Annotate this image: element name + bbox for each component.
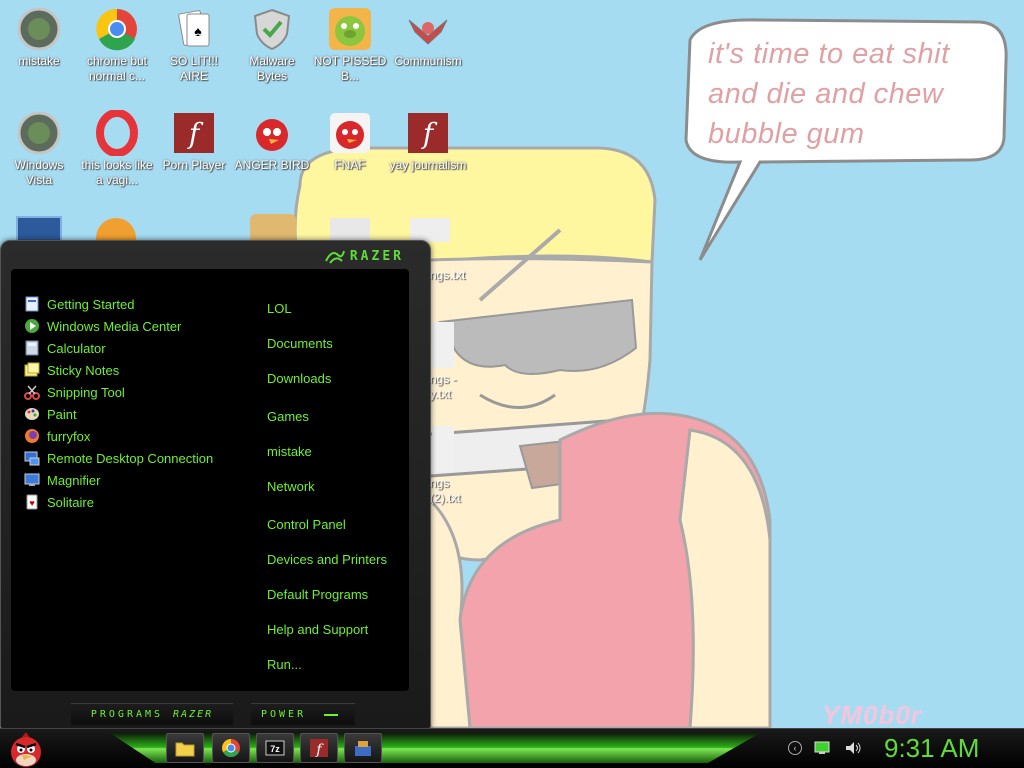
desktop-icon-porn-player[interactable]: f Porn Player (155, 110, 233, 173)
start-button[interactable] (6, 730, 46, 768)
folder-icon (175, 742, 195, 757)
show-hidden-icons-button[interactable]: ‹ (788, 741, 802, 755)
desktop-icon-so-lit-aire[interactable]: ♠ SO LIT!!! AIRE (155, 6, 233, 84)
start-menu-footer: PROGRAMS RAZER POWER (71, 703, 371, 725)
desktop-icon-chrome[interactable]: chrome but normal c... (78, 6, 156, 84)
angry-bird-icon (326, 110, 374, 156)
place-downloads[interactable]: Downloads (267, 367, 387, 405)
file-label: ngs.txt (430, 268, 466, 282)
place-mistake[interactable]: mistake (267, 440, 387, 475)
file-label: ngs (2).txt (430, 476, 461, 505)
taskbar-chrome[interactable] (212, 733, 250, 763)
flash-icon: f (170, 110, 218, 156)
program-magnifier[interactable]: Magnifier (23, 469, 213, 491)
firefox-icon (23, 428, 41, 444)
media-center-icon (23, 318, 41, 334)
razer-logo: RAZER (324, 247, 404, 265)
razer-snake-icon (324, 250, 345, 264)
power-button[interactable]: POWER (251, 703, 355, 725)
program-windows-media-center[interactable]: Windows Media Center (23, 315, 213, 337)
document-icon (23, 296, 41, 312)
program-calculator[interactable]: Calculator (23, 337, 213, 359)
angry-bird-icon (248, 110, 296, 156)
program-furryfox[interactable]: furryfox (23, 425, 213, 447)
all-programs-button[interactable]: PROGRAMS RAZER (71, 703, 233, 725)
desktop-icon-windows-vista[interactable]: Windows Vista (0, 110, 78, 188)
desktop-icon-anger-bird[interactable]: ANGER BIRD (233, 110, 311, 173)
cards-icon: ♠ (170, 6, 218, 52)
taskbar (0, 728, 1024, 768)
toolbox-icon (355, 741, 371, 756)
place-devices-and-printers[interactable]: Devices and Printers (267, 548, 387, 583)
speech-bubble-text: it's time to eat shit and die and chew b… (708, 38, 950, 150)
magnifier-icon (23, 472, 41, 488)
text-file-icon (410, 218, 450, 242)
start-menu: RAZER Getting Started Windows Media Cent… (0, 240, 431, 730)
desktop-icon-mistake[interactable]: mistake (0, 6, 78, 69)
taskbar-glow (110, 733, 760, 763)
program-sticky-notes[interactable]: Sticky Notes (23, 359, 213, 381)
network-icon[interactable] (812, 740, 834, 756)
cards-icon: ♥ (23, 494, 41, 510)
opera-icon (93, 110, 141, 156)
desktop-icon-communism[interactable]: Communism (389, 6, 467, 69)
wallpaper-signature: YM0b0r (822, 700, 922, 730)
game-icon (250, 214, 296, 242)
chrome-icon (222, 739, 240, 757)
taskbar-explorer[interactable] (166, 733, 204, 763)
scissors-icon (23, 384, 41, 400)
place-default-programs[interactable]: Default Programs (267, 583, 387, 618)
palette-icon (23, 406, 41, 422)
program-remote-desktop-connection[interactable]: Remote Desktop Connection (23, 447, 213, 469)
sticky-notes-icon (23, 362, 41, 378)
text-file-icon (432, 322, 454, 368)
document-icon (330, 218, 370, 242)
place-control-panel[interactable]: Control Panel (267, 513, 387, 548)
taskbar-flash[interactable]: f (300, 733, 338, 763)
program-list: Getting Started Windows Media Center Cal… (23, 293, 213, 513)
angry-bird-icon (11, 732, 41, 767)
place-documents[interactable]: Documents (267, 332, 387, 367)
place-network[interactable]: Network (267, 475, 387, 513)
taskbar-tools[interactable] (344, 733, 382, 763)
calculator-icon (23, 340, 41, 356)
taskbar-clock[interactable]: 9:31 AM (884, 733, 979, 764)
place-lol[interactable]: LOL (267, 297, 387, 332)
program-snipping-tool[interactable]: Snipping Tool (23, 381, 213, 403)
flash-icon: f (310, 739, 328, 758)
volume-icon[interactable] (844, 740, 862, 756)
svg-text:♥: ♥ (29, 498, 34, 508)
emblem-icon (404, 6, 452, 52)
flash-icon: f (404, 110, 452, 156)
photoshop-icon (16, 216, 62, 242)
program-solitaire[interactable]: ♥ Solitaire (23, 491, 213, 513)
desktop-icon-yay-journalism[interactable]: f yay journalism (389, 110, 467, 173)
place-games[interactable]: Games (267, 405, 387, 440)
desktop-icon-malware-bytes[interactable]: Malware Bytes (233, 6, 311, 84)
program-paint[interactable]: Paint (23, 403, 213, 425)
text-file-icon (432, 426, 454, 472)
taskbar-7zip[interactable]: 7z (256, 733, 294, 763)
power-arrow-icon (324, 713, 339, 716)
green-pig-icon (326, 6, 374, 52)
desktop-icon-opera[interactable]: this looks like a vagi... (78, 110, 156, 188)
system-tray: ‹ (788, 740, 862, 756)
desktop-icon-not-pissed[interactable]: NOT PISSED B... (311, 6, 389, 84)
vista-orb-icon (15, 6, 63, 52)
svg-text:♠: ♠ (194, 23, 202, 39)
place-help-and-support[interactable]: Help and Support (267, 618, 387, 653)
vista-orb-icon (15, 110, 63, 156)
7zip-icon: 7z (265, 740, 285, 756)
chrome-icon (93, 6, 141, 52)
shield-icon (248, 6, 296, 52)
program-getting-started[interactable]: Getting Started (23, 293, 213, 315)
desktop-icon-fnaf[interactable]: FNAF (311, 110, 389, 173)
places-list: LOL Documents Downloads Games mistake Ne… (267, 297, 387, 688)
remote-desktop-icon (23, 450, 41, 466)
file-label: ngs - y.txt (430, 372, 457, 401)
svg-text:7z: 7z (270, 744, 280, 754)
place-run[interactable]: Run... (267, 653, 387, 688)
